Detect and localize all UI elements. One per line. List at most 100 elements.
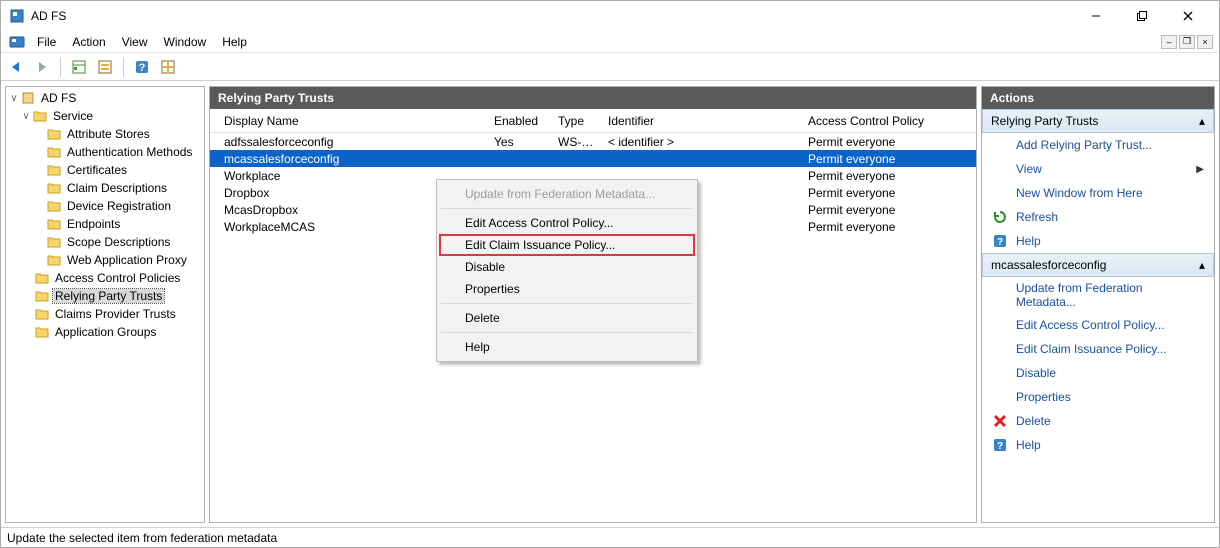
menu-window[interactable]: Window: [156, 33, 215, 51]
tree-web-app-proxy[interactable]: Web Application Proxy: [6, 251, 204, 269]
cell-acp: Permit everyone: [802, 135, 962, 149]
tree-service[interactable]: ∨ Service: [6, 107, 204, 125]
cell-type: WS-T...: [552, 135, 602, 149]
menu-bar: File Action View Window Help – ❐ ×: [1, 31, 1219, 53]
center-pane: Relying Party Trusts Display Name Enable…: [209, 86, 977, 523]
folder-icon: [46, 127, 62, 141]
cell-acp: Permit everyone: [802, 186, 962, 200]
tree-auth-methods[interactable]: Authentication Methods: [6, 143, 204, 161]
center-header: Relying Party Trusts: [210, 87, 976, 109]
ctx-disable[interactable]: Disable: [439, 256, 695, 278]
cell-name: mcassalesforceconfig: [218, 152, 488, 166]
actions-header: Actions: [982, 87, 1214, 109]
help-icon: ?: [992, 233, 1008, 249]
close-button[interactable]: [1165, 1, 1211, 31]
ctx-help[interactable]: Help: [439, 336, 695, 358]
svg-text:?: ?: [997, 441, 1003, 452]
ctx-delete[interactable]: Delete: [439, 307, 695, 329]
action-add-rpt[interactable]: Add Relying Party Trust...: [982, 133, 1214, 157]
folder-icon: [46, 217, 62, 231]
ctx-properties[interactable]: Properties: [439, 278, 695, 300]
list-header: Display Name Enabled Type Identifier Acc…: [210, 109, 976, 133]
tree-acp[interactable]: Access Control Policies: [6, 269, 204, 287]
status-bar: Update the selected item from federation…: [1, 527, 1219, 547]
help-icon: ?: [992, 437, 1008, 453]
action-delete[interactable]: Delete: [982, 409, 1214, 433]
col-identifier[interactable]: Identifier: [602, 111, 802, 131]
action-properties[interactable]: Properties: [982, 385, 1214, 409]
server-icon: [20, 91, 36, 105]
table-row[interactable]: mcassalesforceconfig Permit everyone: [210, 150, 976, 167]
actions-group-selection[interactable]: mcassalesforceconfig▴: [982, 253, 1214, 277]
menu-file[interactable]: File: [29, 33, 64, 51]
tree-root[interactable]: ∨ AD FS: [6, 89, 204, 107]
tree-claim-descriptions[interactable]: Claim Descriptions: [6, 179, 204, 197]
menu-separator: [441, 208, 693, 209]
tree-attribute-stores[interactable]: Attribute Stores: [6, 125, 204, 143]
menu-separator: [441, 332, 693, 333]
folder-icon: [34, 307, 50, 321]
col-enabled[interactable]: Enabled: [488, 111, 552, 131]
tree-ag[interactable]: Application Groups: [6, 323, 204, 341]
mdi-restore-button[interactable]: ❐: [1179, 35, 1195, 49]
menu-help[interactable]: Help: [214, 33, 255, 51]
action-update-fedmeta[interactable]: Update from Federation Metadata...: [982, 277, 1214, 313]
content-area: ∨ AD FS ∨ Service Attribute Stores Authe…: [1, 81, 1219, 527]
folder-icon: [46, 235, 62, 249]
show-hide-tree-button[interactable]: [68, 56, 90, 78]
action-edit-cip[interactable]: Edit Claim Issuance Policy...: [982, 337, 1214, 361]
collapse-icon: ▴: [1199, 258, 1205, 272]
actions-group-rpt[interactable]: Relying Party Trusts▴: [982, 109, 1214, 133]
folder-icon: [34, 325, 50, 339]
tree-rpt[interactable]: Relying Party Trusts: [6, 287, 204, 305]
tree-scope-descriptions[interactable]: Scope Descriptions: [6, 233, 204, 251]
folder-icon: [46, 199, 62, 213]
folder-icon: [46, 253, 62, 267]
collapse-icon: ▴: [1199, 114, 1205, 128]
ctx-update-federation[interactable]: Update from Federation Metadata...: [439, 183, 695, 205]
action-new-window[interactable]: New Window from Here: [982, 181, 1214, 205]
tree-endpoints[interactable]: Endpoints: [6, 215, 204, 233]
toolbar: ?: [1, 53, 1219, 81]
tree-device-registration[interactable]: Device Registration: [6, 197, 204, 215]
table-row[interactable]: adfssalesforceconfigYesWS-T...< identifi…: [210, 133, 976, 150]
cell-enabled: Yes: [488, 135, 552, 149]
delete-icon: [992, 413, 1008, 429]
help-button[interactable]: ?: [131, 56, 153, 78]
forward-button[interactable]: [31, 56, 53, 78]
console-tree[interactable]: ∨ AD FS ∨ Service Attribute Stores Authe…: [6, 87, 204, 522]
title-bar: AD FS: [1, 1, 1219, 31]
action-disable[interactable]: Disable: [982, 361, 1214, 385]
maximize-button[interactable]: [1119, 1, 1165, 31]
action-edit-acp[interactable]: Edit Access Control Policy...: [982, 313, 1214, 337]
menu-action[interactable]: Action: [64, 33, 113, 51]
action-refresh[interactable]: Refresh: [982, 205, 1214, 229]
menu-separator: [441, 303, 693, 304]
action-help-2[interactable]: ?Help: [982, 433, 1214, 457]
folder-icon: [32, 109, 48, 123]
col-display-name[interactable]: Display Name: [218, 111, 488, 131]
cell-acp: Permit everyone: [802, 220, 962, 234]
back-button[interactable]: [5, 56, 27, 78]
app-icon: [9, 8, 25, 24]
ctx-edit-acp[interactable]: Edit Access Control Policy...: [439, 212, 695, 234]
minimize-button[interactable]: [1073, 1, 1119, 31]
actions-pane: Actions Relying Party Trusts▴ Add Relyin…: [981, 86, 1215, 523]
ctx-edit-claim-issuance[interactable]: Edit Claim Issuance Policy...: [439, 234, 695, 256]
toolbar-icon-1[interactable]: [94, 56, 116, 78]
action-view[interactable]: View▶: [982, 157, 1214, 181]
mdi-minimize-button[interactable]: –: [1161, 35, 1177, 49]
cell-acp: Permit everyone: [802, 152, 962, 166]
menu-view[interactable]: View: [114, 33, 156, 51]
folder-icon: [34, 271, 50, 285]
col-acp[interactable]: Access Control Policy: [802, 111, 962, 131]
tree-certificates[interactable]: Certificates: [6, 161, 204, 179]
relying-party-list[interactable]: Display Name Enabled Type Identifier Acc…: [210, 109, 976, 522]
tree-pane: ∨ AD FS ∨ Service Attribute Stores Authe…: [5, 86, 205, 523]
col-type[interactable]: Type: [552, 111, 602, 131]
tree-cpt[interactable]: Claims Provider Trusts: [6, 305, 204, 323]
toolbar-icon-2[interactable]: [157, 56, 179, 78]
folder-icon: [34, 289, 50, 303]
action-help[interactable]: ?Help: [982, 229, 1214, 253]
mdi-close-button[interactable]: ×: [1197, 35, 1213, 49]
